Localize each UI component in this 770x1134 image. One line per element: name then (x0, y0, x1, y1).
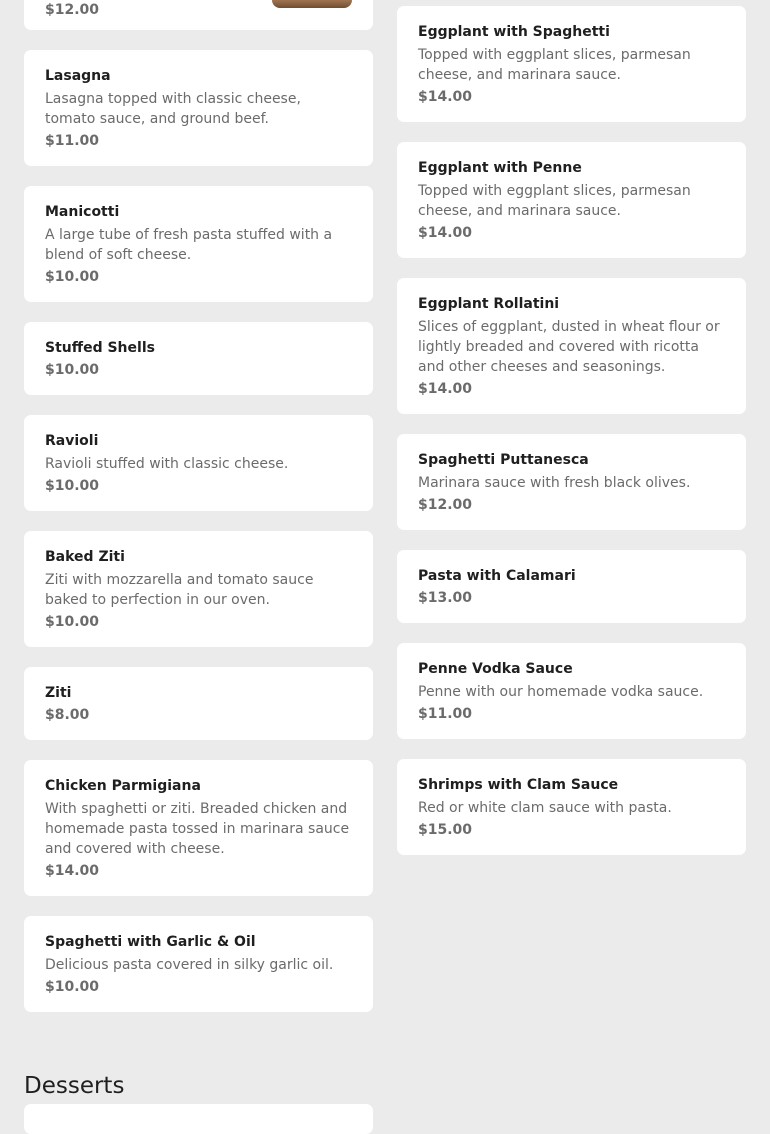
item-name: Eggplant Rollatini (418, 296, 560, 312)
menu-item-card[interactable]: Shrimps with Clam Sauce Red or white cla… (397, 759, 746, 855)
item-price: $14.00 (418, 225, 473, 241)
item-name: Ziti (45, 685, 72, 701)
item-price: $11.00 (45, 133, 100, 149)
item-price: $8.00 (45, 707, 90, 723)
item-name: Eggplant with Penne (418, 160, 582, 176)
menu-item-card[interactable]: Ziti $8.00 (24, 667, 373, 740)
item-description: Ziti with mozzarella and tomato sauce ba… (45, 572, 314, 608)
item-name: Chicken Parmigiana (45, 778, 201, 794)
item-price: $10.00 (45, 478, 100, 494)
item-description: Topped with eggplant slices, parmesan ch… (418, 47, 691, 83)
item-description: A large tube of fresh pasta stuffed with… (45, 227, 333, 263)
item-price: $14.00 (418, 89, 473, 105)
item-name: Eggplant with Spaghetti (418, 24, 610, 40)
section-heading-desserts: Desserts (24, 1073, 125, 1099)
menu-item-card[interactable]: Penne Vodka Sauce Penne with our homemad… (397, 643, 746, 739)
menu-item-card[interactable]: Lasagna Lasagna topped with classic chee… (24, 50, 373, 166)
item-description: Lasagna topped with classic cheese, toma… (45, 91, 301, 127)
menu-item-card[interactable]: Ravioli Ravioli stuffed with classic che… (24, 415, 373, 511)
menu-item-card[interactable]: $12.00 (24, 0, 373, 30)
item-price: $11.00 (418, 706, 473, 722)
item-name: Pasta with Calamari (418, 568, 576, 584)
item-name: Penne Vodka Sauce (418, 661, 573, 677)
item-description: Topped with eggplant slices, parmesan ch… (418, 183, 691, 219)
item-price: $10.00 (45, 362, 100, 378)
menu-item-card[interactable]: Chicken Parmigiana With spaghetti or zit… (24, 760, 373, 896)
menu-item-card[interactable]: Eggplant with Spaghetti Topped with eggp… (397, 6, 746, 122)
item-description: Slices of eggplant, dusted in wheat flou… (418, 319, 720, 375)
item-name: Lasagna (45, 68, 111, 84)
menu-item-card[interactable]: Spaghetti Puttanesca Marinara sauce with… (397, 434, 746, 530)
item-price: $14.00 (45, 863, 100, 879)
menu-item-card[interactable]: Manicotti A large tube of fresh pasta st… (24, 186, 373, 302)
menu-column-right: Eggplant with Spaghetti Topped with eggp… (397, 6, 746, 875)
menu-item-card[interactable]: Stuffed Shells $10.00 (24, 322, 373, 395)
item-name: Shrimps with Clam Sauce (418, 777, 619, 793)
item-name: Ravioli (45, 433, 99, 449)
item-description: Delicious pasta covered in silky garlic … (45, 957, 334, 973)
item-description: Ravioli stuffed with classic cheese. (45, 456, 289, 472)
item-price: $14.00 (418, 381, 473, 397)
menu-column-left: $12.00 Lasagna Lasagna topped with class… (24, 0, 373, 1032)
menu-item-card[interactable]: Eggplant with Penne Topped with eggplant… (397, 142, 746, 258)
item-description: Marinara sauce with fresh black olives. (418, 475, 691, 491)
item-name: Spaghetti Puttanesca (418, 452, 589, 468)
item-name: Manicotti (45, 204, 120, 220)
item-name: Stuffed Shells (45, 340, 155, 356)
menu-item-card[interactable]: Pasta with Calamari $13.00 (397, 550, 746, 623)
menu-item-card[interactable]: Spaghetti with Garlic & Oil Delicious pa… (24, 916, 373, 1012)
menu-item-card[interactable]: Baked Ziti Ziti with mozzarella and toma… (24, 531, 373, 647)
menu-item-card[interactable] (24, 1104, 373, 1134)
item-price: $12.00 (418, 497, 473, 513)
item-description: Penne with our homemade vodka sauce. (418, 684, 704, 700)
item-name: Spaghetti with Garlic & Oil (45, 934, 256, 950)
item-description: Red or white clam sauce with pasta. (418, 800, 672, 816)
item-price: $10.00 (45, 269, 100, 285)
item-price: $12.00 (45, 2, 100, 18)
item-price: $10.00 (45, 614, 100, 630)
item-name: Baked Ziti (45, 549, 125, 565)
item-photo (272, 0, 352, 8)
item-price: $15.00 (418, 822, 473, 838)
menu-item-card[interactable]: Eggplant Rollatini Slices of eggplant, d… (397, 278, 746, 414)
item-description: With spaghetti or ziti. Breaded chicken … (45, 801, 350, 857)
item-price: $10.00 (45, 979, 100, 995)
item-price: $13.00 (418, 590, 473, 606)
